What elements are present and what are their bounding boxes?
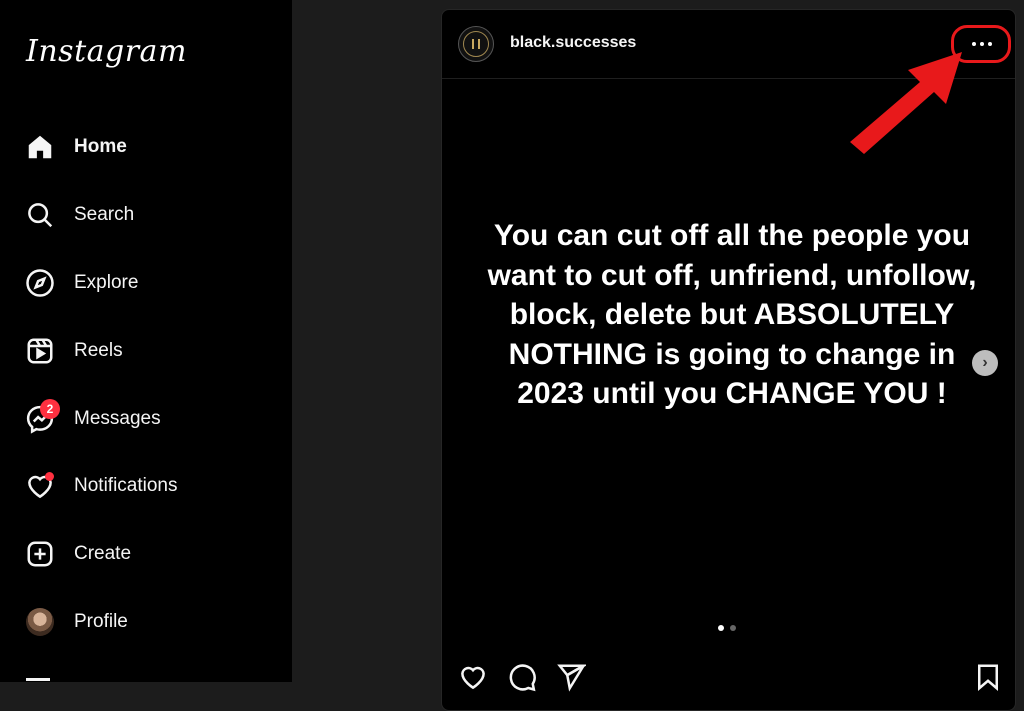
sidebar-item-label: Create	[74, 543, 132, 564]
avatar	[26, 608, 54, 636]
carousel-dot	[730, 625, 736, 631]
like-button[interactable]	[458, 662, 488, 697]
profile-icon-wrap	[24, 606, 56, 638]
more-menu-icon[interactable]	[26, 678, 50, 681]
sidebar-item-home[interactable]: Home	[24, 127, 264, 167]
messenger-icon: 2	[24, 399, 60, 435]
post-image-text: You can cut off all the people you want …	[487, 219, 977, 410]
compass-icon	[24, 267, 56, 299]
carousel-dot-active	[718, 625, 724, 631]
annotation-arrow-icon	[850, 52, 962, 154]
reels-icon	[24, 335, 56, 367]
chevron-right-icon: ›	[982, 354, 988, 371]
sidebar-item-label: Profile	[74, 611, 128, 632]
notification-dot	[45, 472, 54, 481]
home-icon	[24, 131, 56, 163]
sidebar-item-explore[interactable]: Explore	[24, 263, 264, 303]
sidebar-item-label: Search	[74, 204, 135, 225]
sidebar: Instagram Home Search Explore Reels 2 Me…	[0, 0, 292, 682]
post-avatar[interactable]	[458, 26, 494, 62]
sidebar-item-label: Messages	[74, 408, 161, 429]
heart-icon	[24, 470, 56, 502]
messages-badge: 2	[40, 399, 60, 419]
sidebar-item-profile[interactable]: Profile	[24, 602, 264, 642]
heart-icon	[461, 666, 485, 690]
next-slide-button[interactable]: ›	[972, 350, 998, 376]
share-button[interactable]	[556, 662, 589, 697]
sidebar-item-notifications[interactable]: Notifications	[24, 466, 264, 506]
sidebar-item-reels[interactable]: Reels	[24, 331, 264, 371]
post-actions	[458, 662, 1003, 692]
sidebar-item-create[interactable]: Create	[24, 534, 264, 574]
save-button[interactable]	[973, 662, 1003, 697]
sidebar-item-messages[interactable]: 2 Messages	[24, 399, 264, 439]
send-icon	[557, 664, 589, 692]
post-username[interactable]: black.successes	[510, 34, 636, 52]
plus-square-icon	[24, 538, 56, 570]
carousel-indicator	[718, 625, 736, 631]
sidebar-item-label: Explore	[74, 272, 139, 293]
sidebar-item-label: Home	[74, 136, 127, 157]
search-icon	[24, 199, 56, 231]
sidebar-item-label: Reels	[74, 340, 123, 361]
instagram-logo[interactable]: Instagram	[26, 34, 187, 69]
comment-button[interactable]	[507, 662, 537, 697]
avatar-emblem-icon	[463, 31, 489, 57]
sidebar-item-label: Notifications	[74, 475, 178, 496]
comment-icon	[509, 664, 536, 692]
sidebar-item-search[interactable]: Search	[24, 195, 264, 235]
bookmark-icon	[978, 664, 998, 691]
